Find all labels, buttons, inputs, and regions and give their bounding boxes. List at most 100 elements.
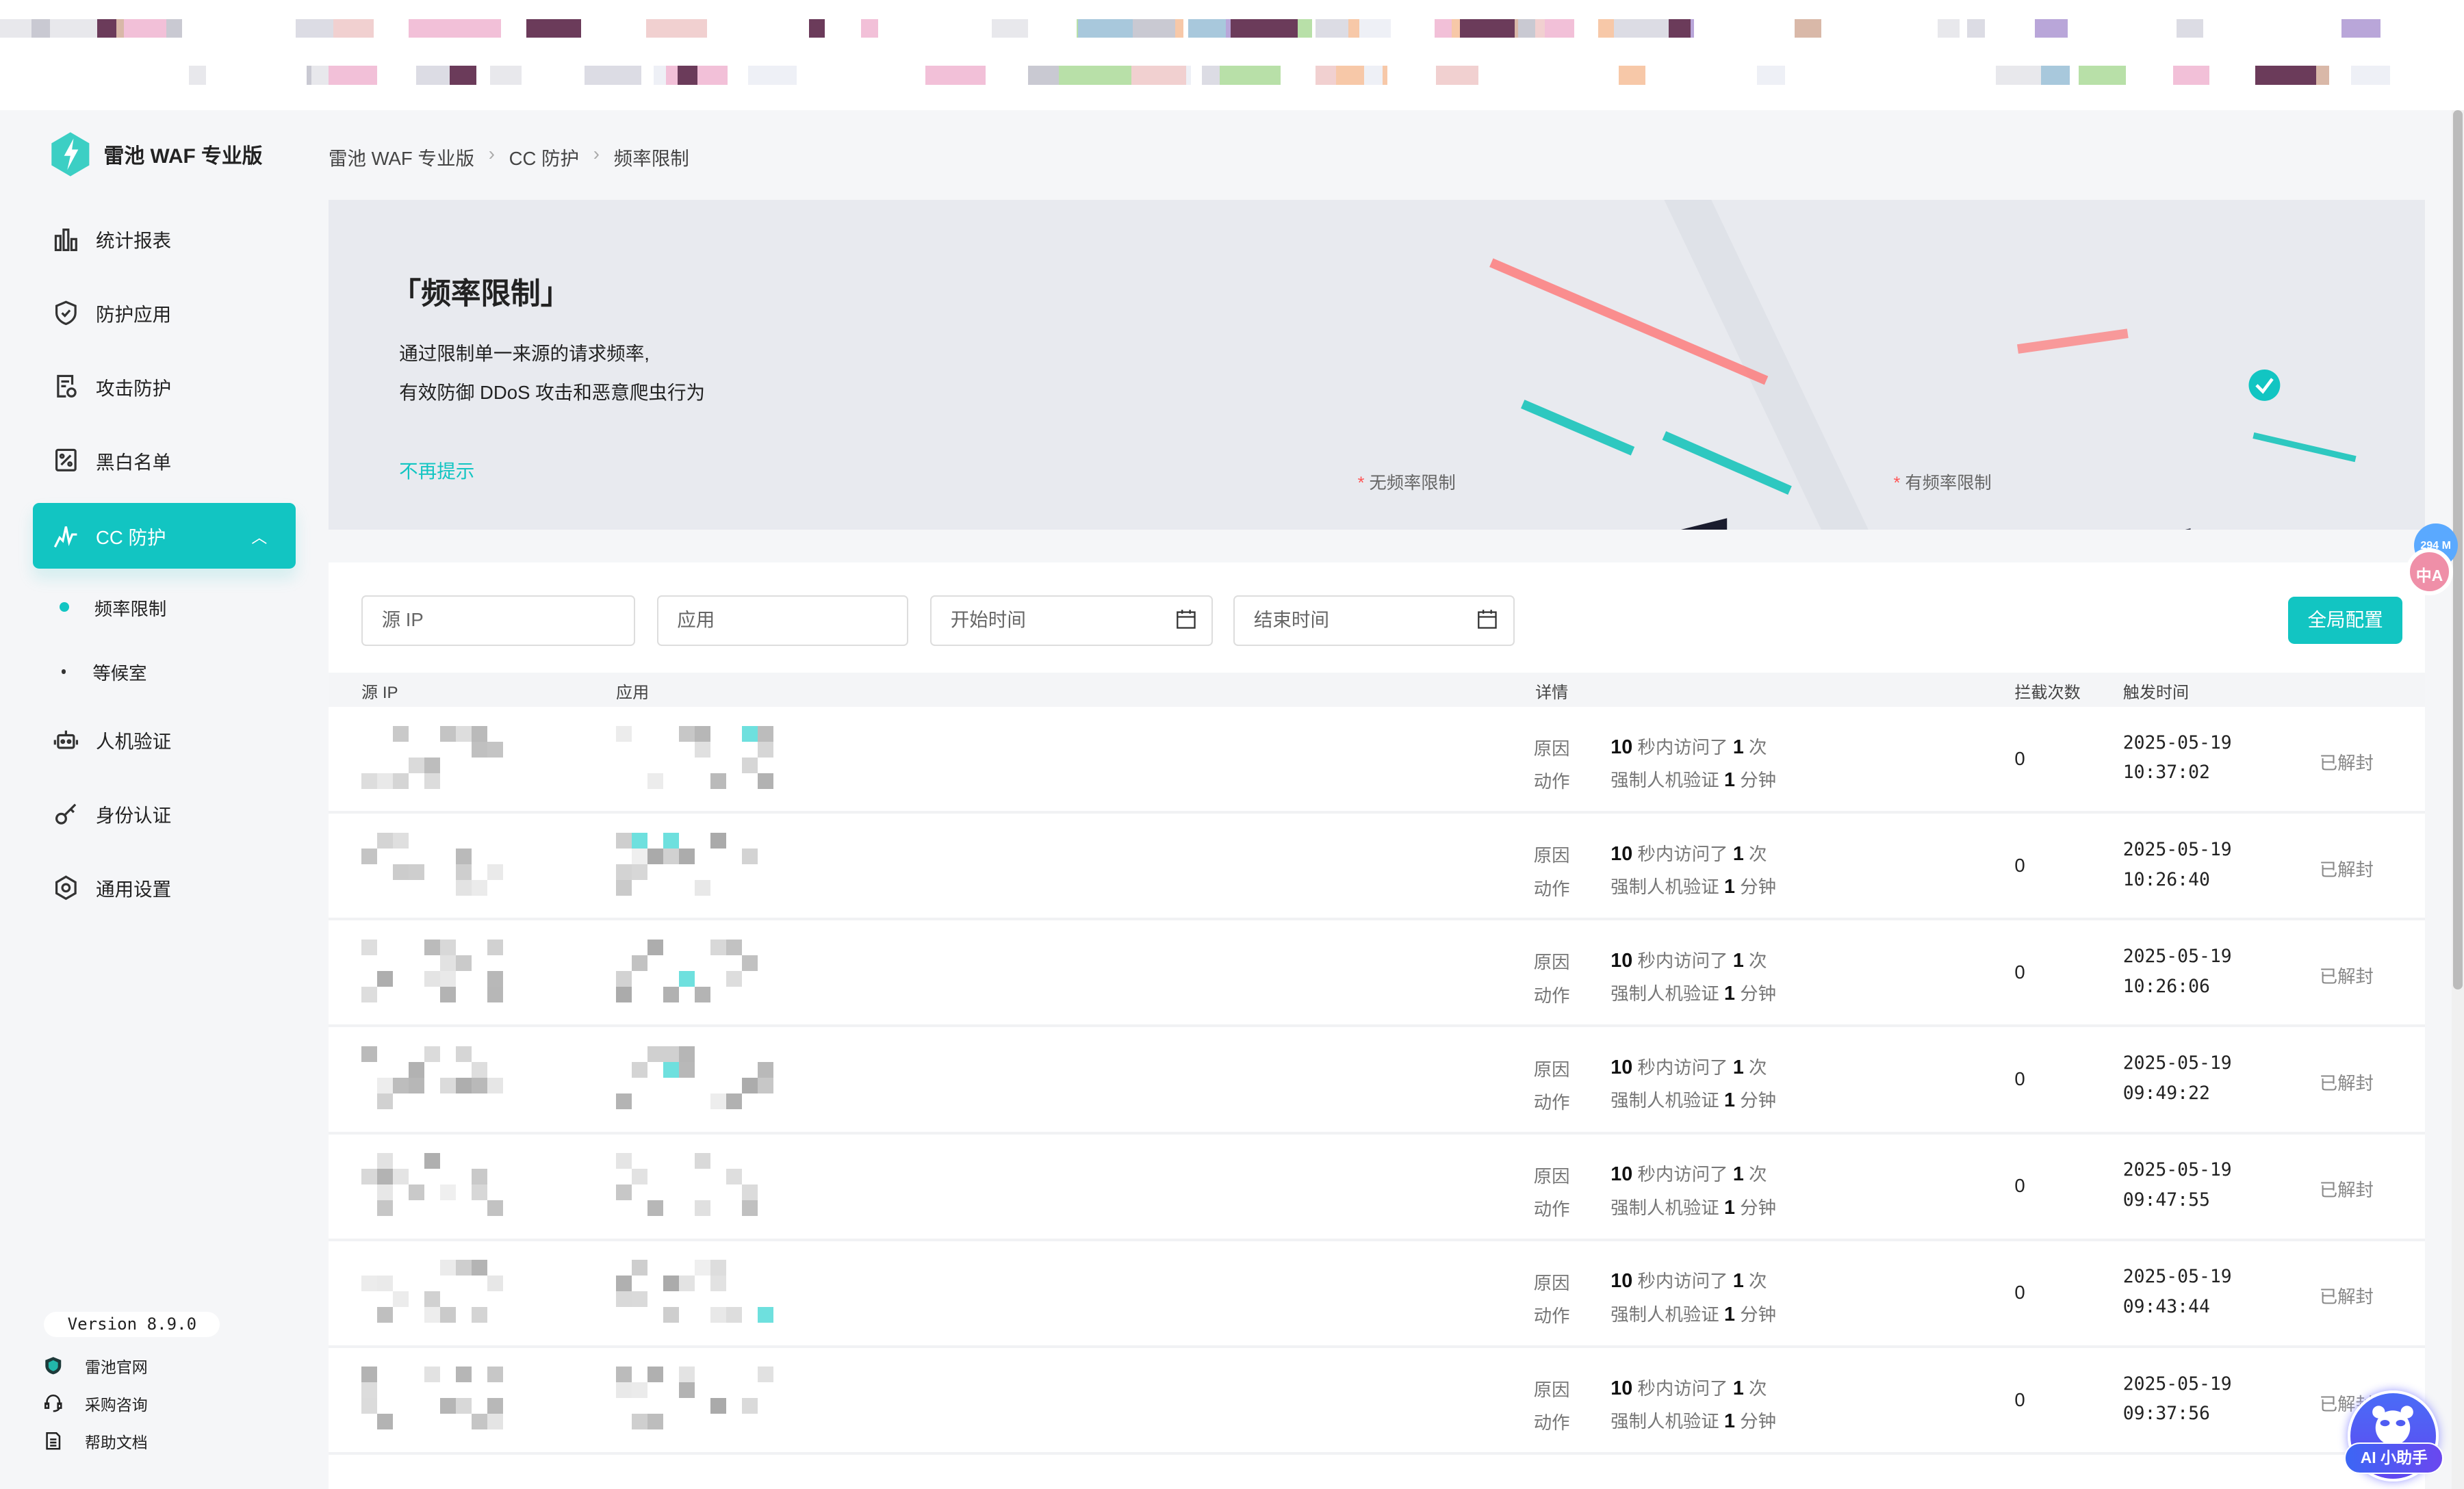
duration: 1 xyxy=(1723,1089,1735,1112)
breadcrumb-item[interactable]: 雷池 WAF 专业版 xyxy=(329,143,474,170)
blurred-source-ip xyxy=(455,1398,472,1414)
blurred-app-name xyxy=(757,741,773,758)
start-time-input[interactable]: 开始时间 xyxy=(930,595,1214,646)
blurred-app-name xyxy=(615,725,632,742)
app-select[interactable]: 应用 xyxy=(656,595,908,646)
blurred-app-name xyxy=(615,1382,632,1399)
blurred-app-name xyxy=(757,773,773,789)
blurred-source-ip xyxy=(455,1046,472,1062)
trigger-date: 2025-05-19 xyxy=(2122,839,2232,860)
nav-label: 统计报表 xyxy=(96,229,172,251)
table-row[interactable]: 原因 10 秒内访问了 1 次 动作 强制人机验证 1 分钟 0 2025-05… xyxy=(328,1348,2425,1455)
breadcrumb: 雷池 WAF 专业版 › CC 防护 › 频率限制 xyxy=(329,143,689,170)
blurred-pixel xyxy=(747,66,797,85)
sidebar-item-auth[interactable]: 身份认证 xyxy=(33,781,295,846)
blurred-source-ip xyxy=(487,1200,503,1216)
text: 秒内访问了 xyxy=(1637,950,1728,972)
blurred-app-name xyxy=(741,848,758,864)
blurred-source-ip xyxy=(439,1184,456,1201)
sidebar-subitem-waiting-room[interactable]: 等候室 xyxy=(60,658,147,685)
sidebar-item-apps[interactable]: 防护应用 xyxy=(33,280,295,346)
seconds: 10 xyxy=(1610,950,1633,972)
reason-value: 10 秒内访问了 1 次 xyxy=(1610,732,1767,759)
table-row[interactable]: 原因 10 秒内访问了 1 次 动作 强制人机验证 1 分钟 0 2025-05… xyxy=(328,1028,2425,1135)
sidebar-item-cc[interactable]: CC 防护 ︿ xyxy=(33,502,296,569)
page-scrollbar[interactable] xyxy=(2451,109,2464,1489)
reason-value: 10 秒内访问了 1 次 xyxy=(1610,839,1767,866)
blurred-source-ip xyxy=(361,986,377,1002)
blurred-pixel xyxy=(2357,66,2391,85)
table-row[interactable]: 原因 10 秒内访问了 1 次 动作 强制人机验证 1 分钟 0 2025-05… xyxy=(328,814,2425,921)
seconds: 10 xyxy=(1610,843,1633,865)
link-help-docs[interactable]: 帮助文档 xyxy=(44,1429,148,1453)
banner-title: 「频率限制」 xyxy=(391,277,571,311)
sidebar-subitem-rate-limit[interactable]: 频率限制 xyxy=(60,594,166,621)
app-logo[interactable]: 雷池 WAF 专业版 xyxy=(50,131,263,178)
blurred-app-name xyxy=(757,1307,773,1323)
status-text: 已解封 xyxy=(2319,1180,2374,1201)
headset-icon xyxy=(44,1395,62,1412)
blurred-app-name xyxy=(741,955,758,971)
nav-label: 黑白名单 xyxy=(96,451,172,473)
blurred-app-name xyxy=(726,1093,742,1109)
text: 秒内访问了 xyxy=(1637,1377,1728,1399)
text: 次 xyxy=(1749,1271,1767,1292)
text: 秒内访问了 xyxy=(1637,1271,1728,1292)
safeline-logo-icon xyxy=(51,131,90,177)
table-row[interactable]: 原因 10 秒内访问了 1 次 动作 强制人机验证 1 分钟 0 2025-05… xyxy=(328,1241,2425,1348)
breadcrumb-item[interactable]: CC 防护 xyxy=(509,143,580,170)
blurred-app-name xyxy=(741,1184,758,1201)
blurred-source-ip xyxy=(471,1169,487,1185)
translate-button[interactable]: 中A xyxy=(2406,548,2453,596)
blurred-pixel xyxy=(991,18,1028,38)
blurred-pixel xyxy=(676,18,708,38)
sidebar-item-settings[interactable]: 通用设置 xyxy=(33,855,295,920)
link-purchase[interactable]: 采购咨询 xyxy=(44,1392,148,1415)
blurred-source-ip xyxy=(487,864,503,880)
sidebar-item-attack[interactable]: 攻击防护 xyxy=(33,354,295,419)
sidebar-item-stats[interactable]: 统计报表 xyxy=(33,206,295,272)
blurred-app-name xyxy=(726,939,742,955)
blurred-source-ip xyxy=(361,773,377,789)
blurred-app-name xyxy=(631,1291,647,1308)
blurred-pixel xyxy=(1937,18,1960,38)
blurred-source-ip xyxy=(439,1307,456,1323)
end-time-input[interactable]: 结束时间 xyxy=(1233,595,1515,646)
ai-assistant-button[interactable]: AI 小助手 xyxy=(2341,1390,2454,1482)
sidebar-item-captcha[interactable]: 人机验证 xyxy=(33,707,295,773)
table-row[interactable]: 原因 10 秒内访问了 1 次 动作 强制人机验证 1 分钟 0 2025-05… xyxy=(328,920,2425,1028)
dismiss-tip-link[interactable]: 不再提示 xyxy=(399,456,474,483)
blurred-source-ip xyxy=(487,970,503,987)
blurred-pixel xyxy=(1435,18,1452,38)
blurred-source-ip xyxy=(361,1398,377,1414)
global-config-button[interactable]: 全局配置 xyxy=(2287,597,2403,645)
shield-check-icon xyxy=(55,300,77,325)
blurred-pixel xyxy=(1133,18,1176,38)
nav-label: 人机验证 xyxy=(96,731,172,753)
blurred-source-ip xyxy=(377,1077,393,1093)
source-ip-input[interactable]: 源 IP xyxy=(361,595,635,646)
blurred-source-ip xyxy=(408,757,424,773)
status-text: 已解封 xyxy=(2319,966,2374,987)
blurred-pixel xyxy=(1517,18,1536,38)
action-value: 强制人机验证 1 分钟 xyxy=(1610,765,1776,792)
text: 次 xyxy=(1749,844,1767,864)
link-official-site[interactable]: 雷池官网 xyxy=(44,1354,148,1377)
table-row[interactable]: 原因 10 秒内访问了 1 次 动作 强制人机验证 1 分钟 0 2025-05… xyxy=(328,707,2425,814)
blurred-pixel xyxy=(328,66,377,85)
action-label: 动作 xyxy=(1533,1305,1570,1326)
pulse-icon xyxy=(53,526,77,547)
block-count: 0 xyxy=(2014,1068,2025,1090)
blurred-app-name xyxy=(615,986,632,1002)
blurred-app-name xyxy=(694,1260,710,1276)
trigger-time: 10:26:06 xyxy=(2122,975,2210,997)
blurred-source-ip xyxy=(487,1414,503,1430)
blurred-source-ip xyxy=(471,1184,487,1201)
blurred-source-ip xyxy=(361,1367,377,1383)
table-row[interactable]: 原因 10 秒内访问了 1 次 动作 强制人机验证 1 分钟 0 2025-05… xyxy=(328,1135,2425,1241)
text: 次 xyxy=(1749,1164,1767,1185)
blurred-source-ip xyxy=(487,986,503,1002)
blurred-source-ip xyxy=(392,773,409,789)
sidebar-item-blacklist[interactable]: 黑白名单 xyxy=(33,427,295,493)
blurred-source-ip xyxy=(424,757,440,773)
